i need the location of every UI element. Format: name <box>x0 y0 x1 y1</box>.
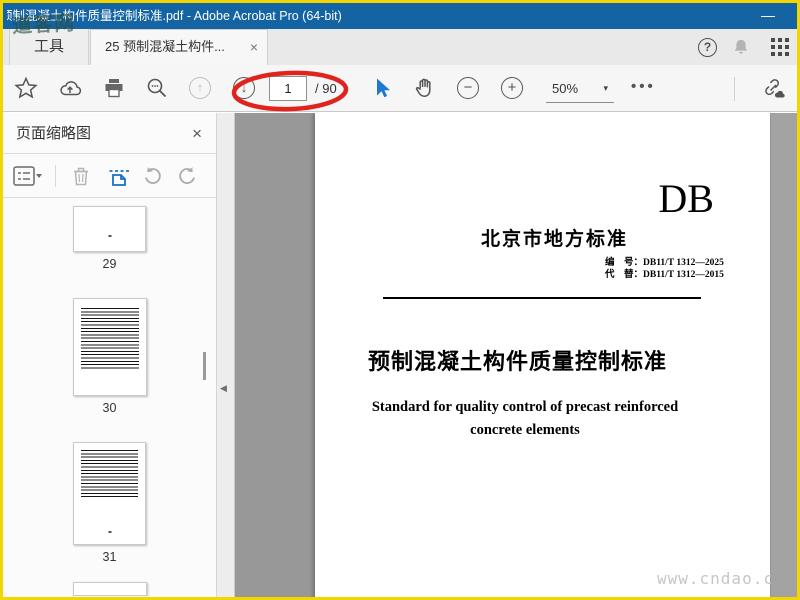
help-icon[interactable]: ? <box>698 38 717 57</box>
collapse-panel-icon[interactable]: ◀ <box>220 383 227 394</box>
window-title: 预制混凝土构件质量控制标准.pdf - Adobe Acrobat Pro (6… <box>7 9 342 23</box>
tab-bar: 工具 25 预制混凝土构件... × ? <box>3 29 797 65</box>
thumbnail-text-content <box>81 450 138 498</box>
app-grid-icon[interactable] <box>771 38 790 57</box>
horizontal-rule <box>383 297 701 299</box>
more-tools-icon[interactable]: ••• <box>631 65 656 109</box>
title-bar: 预制混凝土构件质量控制标准.pdf - Adobe Acrobat Pro (6… <box>3 3 797 29</box>
thumbnail-item[interactable]: 29 <box>3 206 216 271</box>
document-title-english-line1: Standard for quality control of precast … <box>371 399 679 415</box>
tab-close-icon[interactable]: × <box>250 30 258 64</box>
chevron-down-icon: ▾ <box>603 82 608 93</box>
page-30-thumbnail[interactable] <box>72 298 147 396</box>
zoom-level-value: 50% <box>552 80 579 96</box>
thumbnail-page-mark <box>108 235 111 237</box>
delete-pages-icon[interactable] <box>69 164 93 188</box>
rotate-counterclockwise-icon[interactable] <box>141 164 165 188</box>
tab-document[interactable]: 25 预制混凝土构件... × <box>90 29 268 65</box>
next-page-icon[interactable]: ↓ <box>233 77 255 99</box>
tab-tools[interactable]: 工具 <box>9 29 89 65</box>
select-tool-icon[interactable] <box>370 76 394 100</box>
thumbnail-list: 29 30 31 <box>3 198 216 596</box>
rotate-clockwise-icon[interactable] <box>175 164 199 188</box>
page-31-thumbnail[interactable] <box>73 442 146 545</box>
thumbnail-item[interactable] <box>3 582 216 596</box>
page-32-thumbnail-partial[interactable] <box>72 582 147 596</box>
document-view: DB 北京市地方标准 编 号：DB11/T 1312—2025 代 替：DB11… <box>235 113 797 597</box>
previous-page-icon[interactable]: ↑ <box>189 77 211 99</box>
thumbnail-text-content <box>80 308 139 369</box>
page-29-thumbnail[interactable] <box>73 206 146 252</box>
thumbnail-item[interactable]: 31 <box>3 442 216 564</box>
share-link-icon[interactable] <box>761 76 785 100</box>
thumbnail-page-number: 30 <box>102 401 117 415</box>
panel-close-icon[interactable]: × <box>192 113 202 154</box>
split-pages-icon[interactable] <box>107 164 131 188</box>
site-watermark: www.cndao.co <box>657 569 785 588</box>
search-icon[interactable] <box>145 76 169 100</box>
panel-divider[interactable]: ◀ <box>217 113 235 597</box>
content-area: 页面缩略图 × 29 30 31 ◀ DB 北京市地方标准 编 号：DB11/T… <box>3 113 797 597</box>
page-count-label: / 90 <box>315 81 337 96</box>
standard-replace-line: 代 替：DB11/T 1312—2015 <box>605 270 724 280</box>
tab-document-label: 25 预制混凝土构件... <box>105 39 225 54</box>
main-toolbar: ↑ ↓ / 90 − + 50% ▾ ••• <box>3 65 797 112</box>
pdf-page: DB 北京市地方标准 编 号：DB11/T 1312—2025 代 替：DB11… <box>315 113 770 597</box>
favorite-star-icon[interactable] <box>14 76 38 100</box>
standard-org-title: 北京市地方标准 <box>481 229 629 250</box>
hand-tool-icon[interactable] <box>413 76 437 100</box>
zoom-level-dropdown[interactable]: 50% ▾ <box>546 74 614 103</box>
toolbar-separator <box>734 77 735 101</box>
panel-scrollbar-thumb[interactable] <box>203 352 206 380</box>
document-scrollbar[interactable] <box>771 113 797 597</box>
page-number-input[interactable] <box>269 76 307 101</box>
panel-header: 页面缩略图 × <box>3 113 216 154</box>
thumbnail-page-number: 29 <box>102 257 117 271</box>
zoom-in-icon[interactable]: + <box>501 77 523 99</box>
print-icon[interactable] <box>102 76 126 100</box>
thumbnail-options-icon[interactable] <box>13 164 42 188</box>
panel-title: 页面缩略图 <box>16 125 92 142</box>
thumbnail-page-number: 31 <box>102 550 117 564</box>
acrobat-window: 预制混凝土构件质量控制标准.pdf - Adobe Acrobat Pro (6… <box>0 0 800 600</box>
panel-toolbar-separator <box>55 165 56 187</box>
document-title-english-line2: concrete elements <box>470 422 580 438</box>
minimize-button[interactable]: — <box>753 3 783 27</box>
thumbnail-item[interactable]: 30 <box>3 298 216 415</box>
notifications-bell-icon[interactable] <box>730 37 752 59</box>
panel-toolbar <box>3 154 216 198</box>
zoom-out-icon[interactable]: − <box>457 77 479 99</box>
cloud-upload-icon[interactable] <box>58 76 82 100</box>
thumbnail-page-mark <box>108 531 111 533</box>
document-title-chinese: 预制混凝土构件质量控制标准 <box>367 349 667 374</box>
page-thumbnails-panel: 页面缩略图 × 29 30 31 <box>3 113 217 597</box>
standard-logo: DB <box>658 176 714 221</box>
